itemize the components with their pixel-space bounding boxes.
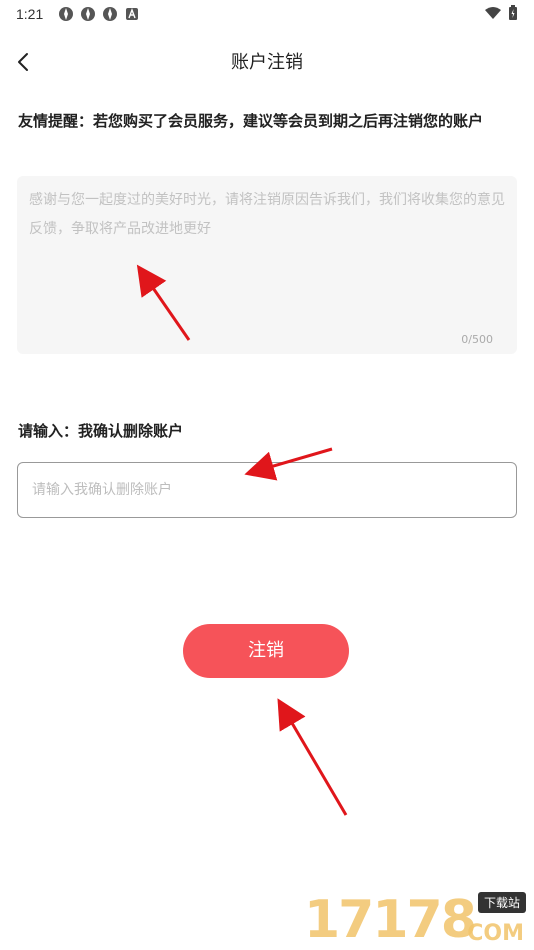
app-notification-icon bbox=[59, 7, 73, 21]
battery-icon bbox=[509, 5, 517, 20]
app-notification-icon bbox=[81, 7, 95, 21]
reason-textarea[interactable] bbox=[29, 186, 505, 316]
confirm-input-box bbox=[17, 462, 517, 518]
confirm-label: 请输入：我确认删除账户 bbox=[18, 422, 184, 440]
title-bar: 账户注销 bbox=[0, 40, 534, 84]
status-time: 1:21 bbox=[16, 6, 44, 22]
watermark-suffix: COM bbox=[467, 921, 524, 946]
status-bar: 1:21 bbox=[0, 0, 534, 28]
annotation-arrow-button bbox=[277, 698, 348, 816]
wifi-icon bbox=[485, 7, 501, 19]
char-counter: 0/500 bbox=[461, 333, 493, 346]
site-watermark: 17178 下载站 COM bbox=[300, 890, 530, 950]
confirm-input[interactable] bbox=[32, 463, 502, 517]
membership-notice: 友情提醒：若您购买了会员服务，建议等会员到期之后再注销您的账户 bbox=[18, 112, 484, 130]
a-box-icon bbox=[126, 8, 138, 20]
watermark-numbers: 17178 bbox=[304, 890, 477, 950]
app-notification-icon bbox=[103, 7, 117, 21]
cancel-account-button[interactable]: 注销 bbox=[183, 624, 349, 678]
status-notification-icons bbox=[58, 6, 140, 22]
reason-feedback-box: 0/500 bbox=[17, 176, 517, 354]
watermark-tag: 下载站 bbox=[477, 892, 526, 913]
system-icons bbox=[484, 5, 518, 21]
page-title: 账户注销 bbox=[231, 52, 303, 73]
